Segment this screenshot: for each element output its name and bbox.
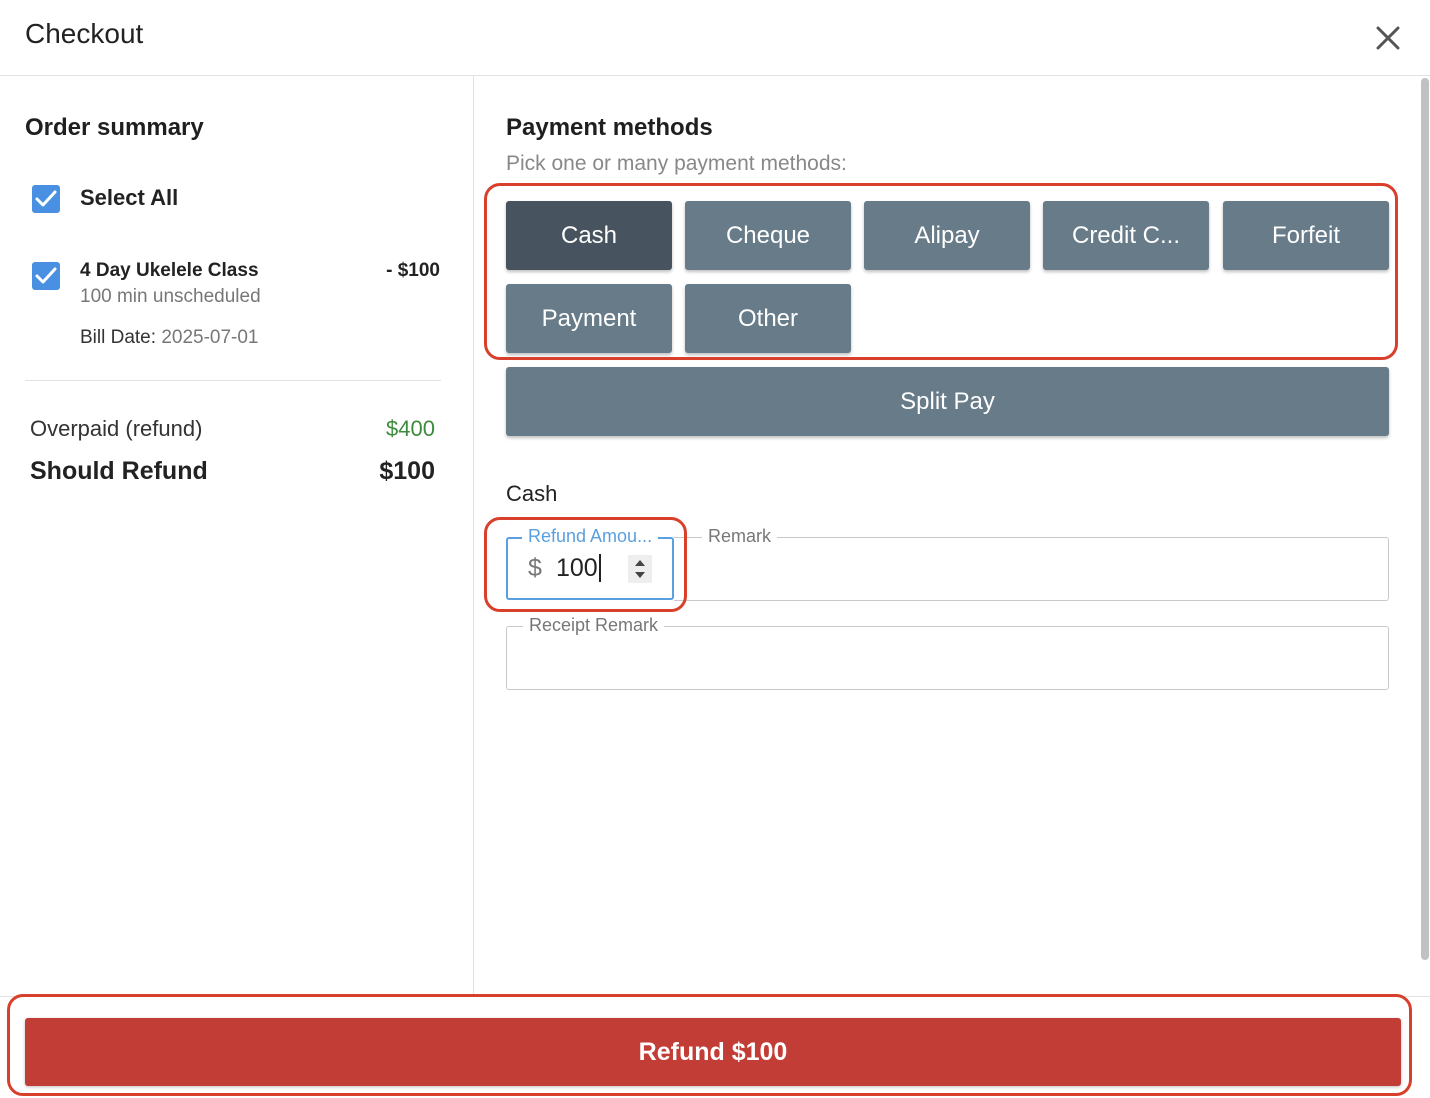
remark-field[interactable]: Remark	[674, 526, 1389, 601]
dialog-header: Checkout	[0, 0, 1430, 76]
should-refund-label: Should Refund	[30, 457, 208, 485]
payment-methods-title: Payment methods	[506, 114, 713, 141]
receipt-remark-label: Receipt Remark	[523, 615, 665, 636]
check-icon	[35, 190, 57, 207]
payment-panel: Payment methods Pick one or many payment…	[474, 76, 1430, 996]
check-icon	[35, 267, 57, 284]
method-alipay-button[interactable]: Alipay	[864, 201, 1030, 270]
dialog-title: Checkout	[25, 18, 144, 49]
should-refund-value: $100	[379, 457, 435, 485]
order-summary-panel: Order summary Select All 4 Day Ukelele C…	[0, 76, 474, 996]
refund-amount-field[interactable]: Refund Amou... $ 100	[506, 526, 674, 600]
scrollbar[interactable]	[1421, 78, 1429, 960]
receipt-remark-field[interactable]: Receipt Remark	[506, 615, 1389, 690]
split-pay-button[interactable]: Split Pay	[506, 367, 1389, 436]
dialog-footer: Refund $100	[0, 996, 1430, 1098]
amount-stepper[interactable]	[628, 555, 652, 583]
overpaid-label: Overpaid (refund)	[30, 416, 203, 441]
bill-date-value: 2025-07-01	[161, 327, 259, 348]
method-other-button[interactable]: Other	[685, 284, 851, 353]
method-forfeit-button[interactable]: Forfeit	[1223, 201, 1389, 270]
remark-label: Remark	[702, 526, 778, 547]
close-icon[interactable]	[1368, 18, 1408, 58]
refund-amount-label: Refund Amou...	[522, 526, 659, 547]
bill-date-label: Bill Date:	[80, 327, 157, 348]
bill-date: Bill Date: 2025-07-01	[80, 327, 259, 349]
overpaid-value: $400	[386, 416, 435, 441]
selected-method-label: Cash	[506, 481, 558, 506]
stepper-arrows-icon	[635, 560, 645, 578]
item-price: - $100	[386, 260, 440, 281]
item-subtitle: 100 min unscheduled	[80, 286, 261, 307]
order-summary-title: Order summary	[25, 114, 204, 141]
select-all-label: Select All	[80, 185, 179, 210]
item-checkbox[interactable]	[32, 262, 60, 290]
method-credit-card-button[interactable]: Credit C...	[1043, 201, 1209, 270]
refund-amount-input[interactable]: 100	[556, 554, 601, 582]
method-cheque-button[interactable]: Cheque	[685, 201, 851, 270]
item-name: 4 Day Ukelele Class	[80, 260, 259, 281]
refund-button[interactable]: Refund $100	[25, 1018, 1401, 1086]
currency-symbol: $	[528, 554, 542, 582]
method-cash-button[interactable]: Cash	[506, 201, 672, 270]
select-all-checkbox[interactable]	[32, 185, 60, 213]
method-payment-button[interactable]: Payment	[506, 284, 672, 353]
summary-divider	[25, 380, 441, 381]
payment-methods-subtitle: Pick one or many payment methods:	[506, 152, 847, 175]
